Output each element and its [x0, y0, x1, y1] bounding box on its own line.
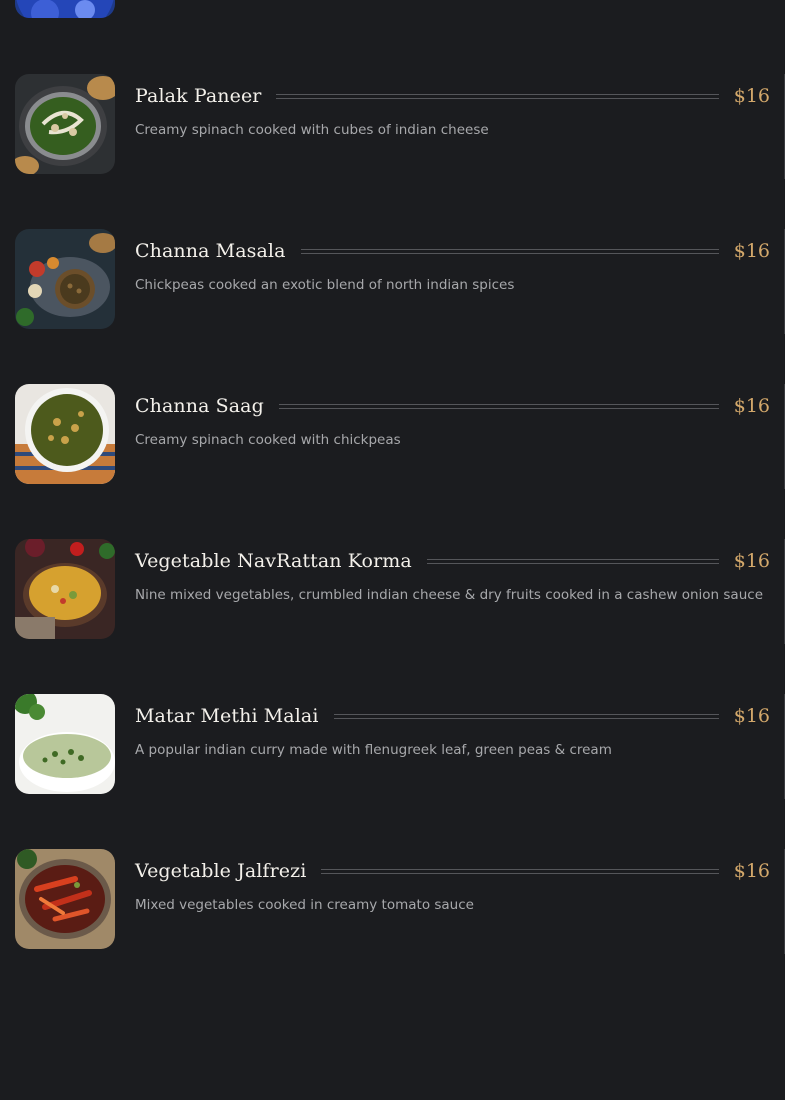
item-title-row: Channa Saag $16: [135, 392, 770, 420]
palak-paneer-photo: [15, 74, 115, 174]
item-title-row: Channa Masala $16: [135, 237, 770, 265]
menu-item[interactable]: Channa Masala $16 Chickpeas cooked an ex…: [0, 229, 785, 329]
item-price: $16: [733, 860, 770, 882]
item-price: $16: [733, 85, 770, 107]
dotted-rule: [426, 558, 719, 564]
menu-item[interactable]: Vegetable Jalfrezi $16 Mixed vegetables …: [0, 849, 785, 949]
item-title-row: Vegetable NavRattan Korma $16: [135, 547, 770, 575]
item-name: Channa Saag: [135, 395, 264, 417]
item-title-row: Vegetable Jalfrezi $16: [135, 857, 770, 885]
item-price: $16: [733, 395, 770, 417]
item-price: $16: [733, 550, 770, 572]
item-title-row: Matar Methi Malai $16: [135, 702, 770, 730]
menu-item[interactable]: Palak Paneer $16 Creamy spinach cooked w…: [0, 74, 785, 174]
dotted-rule: [278, 403, 719, 409]
item-price: $16: [733, 240, 770, 262]
item-price: $16: [733, 705, 770, 727]
item-description: Creamy spinach cooked with cubes of indi…: [135, 122, 489, 138]
item-description: Chickpeas cooked an exotic blend of nort…: [135, 277, 515, 293]
vegetable-jalfrezi-photo: [15, 849, 115, 949]
item-name: Matar Methi Malai: [135, 705, 319, 727]
dotted-rule: [321, 868, 719, 874]
dotted-rule: [276, 93, 719, 99]
item-name: Vegetable Jalfrezi: [135, 860, 307, 882]
channa-masala-photo: [15, 229, 115, 329]
menu-page: Palak Paneer $16 Creamy spinach cooked w…: [0, 0, 785, 1100]
dotted-rule: [333, 713, 719, 719]
matar-methi-malai-photo: [15, 694, 115, 794]
navrattan-korma-photo: [15, 539, 115, 639]
item-name: Palak Paneer: [135, 85, 262, 107]
menu-item[interactable]: Matar Methi Malai $16 A popular indian c…: [0, 694, 785, 794]
item-description: Mixed vegetables cooked in creamy tomato…: [135, 897, 474, 913]
item-name: Vegetable NavRattan Korma: [135, 550, 412, 572]
menu-item[interactable]: Vegetable NavRattan Korma $16 Nine mixed…: [0, 539, 785, 639]
menu-item[interactable]: Channa Saag $16 Creamy spinach cooked wi…: [0, 384, 785, 484]
previous-item-photo: [15, 0, 115, 18]
dotted-rule: [300, 248, 719, 254]
item-description: Nine mixed vegetables, crumbled indian c…: [135, 587, 763, 603]
item-description: Creamy spinach cooked with chickpeas: [135, 432, 401, 448]
item-name: Channa Masala: [135, 240, 286, 262]
item-title-row: Palak Paneer $16: [135, 82, 770, 110]
channa-saag-photo: [15, 384, 115, 484]
item-description: A popular indian curry made with flenugr…: [135, 742, 612, 758]
